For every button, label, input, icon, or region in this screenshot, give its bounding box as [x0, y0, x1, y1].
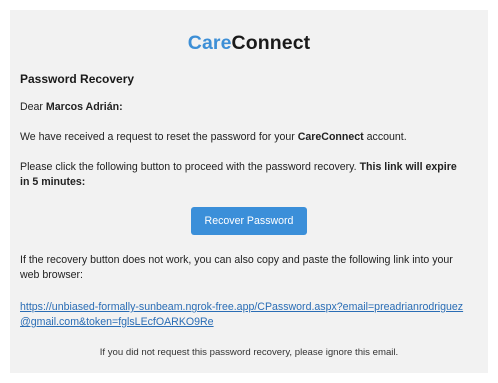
page-title: Password Recovery: [20, 72, 135, 86]
recovery-link[interactable]: https://unbiased-formally-sunbeam.ngrok-…: [20, 301, 463, 328]
logo-care: Care: [187, 32, 232, 54]
careconnect-logo: CareConnect: [20, 30, 478, 56]
logo-connect: Connect: [231, 32, 311, 54]
recover-password-button[interactable]: Recover Password: [190, 207, 308, 235]
recipient-name: Marcos Adrián:: [45, 101, 123, 113]
email-card: CareConnect Password Recovery Dear Marco…: [10, 10, 488, 373]
ignore-notice: If you did not request this password rec…: [99, 347, 399, 358]
link-paragraph: https://unbiased-formally-sunbeam.ngrok-…: [20, 300, 468, 330]
intro-paragraph: We have received a request to reset the …: [20, 130, 468, 145]
instruction-text: Please click the following button to pro…: [20, 161, 360, 173]
button-container: Recover Password: [10, 207, 488, 235]
intro-before: We have received a request to reset the …: [20, 131, 298, 143]
greeting-prefix: Dear: [20, 101, 46, 113]
fallback-paragraph: If the recovery button does not work, yo…: [20, 254, 453, 281]
intro-after: account.: [363, 131, 407, 143]
instruction-paragraph: Please click the following button to pro…: [20, 160, 468, 190]
intro-brand: CareConnect: [297, 131, 364, 143]
greeting-line: Dear Marcos Adrián:: [20, 100, 468, 115]
